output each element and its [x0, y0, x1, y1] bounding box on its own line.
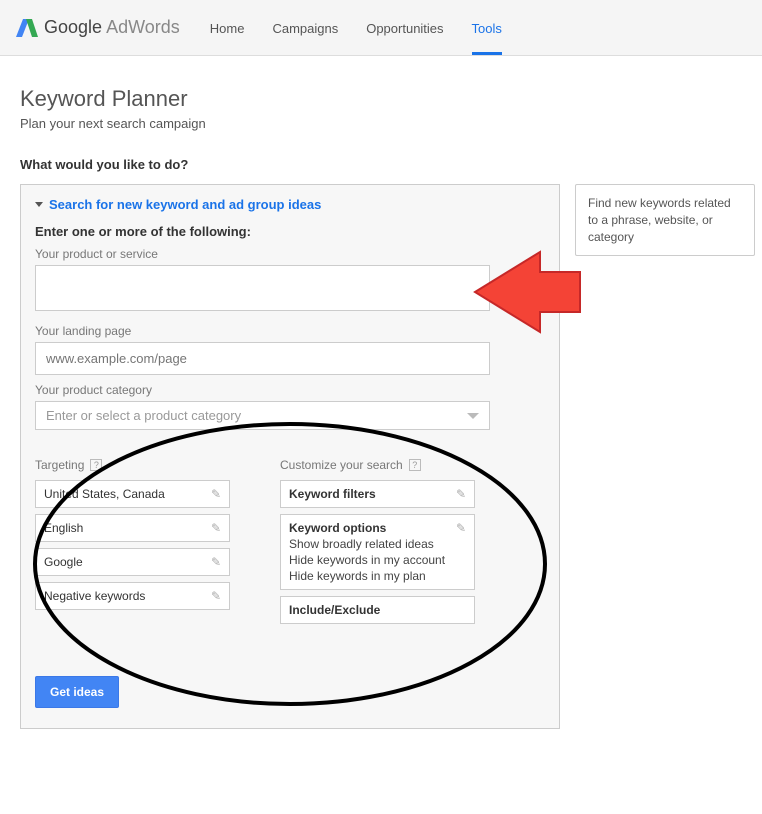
- targeting-negative-keywords[interactable]: Negative keywords ✎: [35, 582, 230, 610]
- nav-campaigns[interactable]: Campaigns: [272, 3, 338, 52]
- keyword-option-line: Hide keywords in my plan: [289, 569, 456, 583]
- targeting-network[interactable]: Google ✎: [35, 548, 230, 576]
- customize-column: Customize your search ? Keyword filters …: [280, 458, 475, 630]
- brand-main: Google: [44, 17, 102, 37]
- category-select[interactable]: Enter or select a product category: [35, 401, 490, 430]
- landing-label: Your landing page: [35, 324, 545, 338]
- targeting-locations-label: United States, Canada: [44, 487, 211, 501]
- adwords-logo-icon: [16, 17, 38, 39]
- targeting-title: Targeting: [35, 458, 84, 472]
- brand-text: Google AdWords: [44, 17, 180, 38]
- targeting-negative-label: Negative keywords: [44, 589, 211, 603]
- pencil-icon: ✎: [211, 589, 221, 603]
- targeting-locations[interactable]: United States, Canada ✎: [35, 480, 230, 508]
- customize-title: Customize your search: [280, 458, 403, 472]
- help-icon[interactable]: ?: [90, 459, 102, 471]
- product-input[interactable]: [35, 265, 490, 311]
- adwords-logo: Google AdWords: [16, 17, 180, 39]
- include-exclude-label: Include/Exclude: [289, 603, 466, 617]
- page-title: Keyword Planner: [20, 86, 742, 112]
- nav-home[interactable]: Home: [210, 3, 245, 52]
- pencil-icon: ✎: [456, 487, 466, 501]
- keyword-filters-label: Keyword filters: [289, 487, 456, 501]
- keyword-options-title: Keyword options: [289, 521, 456, 535]
- targeting-column: Targeting ? United States, Canada ✎ Engl…: [35, 458, 230, 630]
- nav-opportunities[interactable]: Opportunities: [366, 3, 443, 52]
- include-exclude[interactable]: Include/Exclude: [280, 596, 475, 624]
- prompt-label: What would you like to do?: [20, 157, 742, 172]
- nav-tools[interactable]: Tools: [472, 3, 502, 52]
- targeting-language-label: English: [44, 521, 211, 535]
- category-placeholder: Enter or select a product category: [46, 408, 241, 423]
- search-panel: Search for new keyword and ad group idea…: [20, 184, 560, 729]
- pencil-icon: ✎: [456, 521, 466, 535]
- caret-down-icon: [35, 202, 43, 207]
- page-subtitle: Plan your next search campaign: [20, 116, 742, 131]
- product-label: Your product or service: [35, 247, 545, 261]
- pencil-icon: ✎: [211, 521, 221, 535]
- pencil-icon: ✎: [211, 555, 221, 569]
- chevron-down-icon: [467, 413, 479, 419]
- category-label: Your product category: [35, 383, 545, 397]
- get-ideas-button[interactable]: Get ideas: [35, 676, 119, 708]
- help-icon[interactable]: ?: [409, 459, 421, 471]
- callout-tooltip: Find new keywords related to a phrase, w…: [575, 184, 755, 256]
- landing-input[interactable]: [35, 342, 490, 375]
- keyword-filters[interactable]: Keyword filters ✎: [280, 480, 475, 508]
- accordion-toggle[interactable]: Search for new keyword and ad group idea…: [35, 197, 545, 212]
- pencil-icon: ✎: [211, 487, 221, 501]
- top-navbar: Google AdWords Home Campaigns Opportunit…: [0, 0, 762, 56]
- keyword-option-line: Show broadly related ideas: [289, 537, 456, 551]
- targeting-language[interactable]: English ✎: [35, 514, 230, 542]
- keyword-option-line: Hide keywords in my account: [289, 553, 456, 567]
- brand-sub: AdWords: [106, 17, 180, 37]
- accordion-title: Search for new keyword and ad group idea…: [49, 197, 321, 212]
- enter-label: Enter one or more of the following:: [35, 224, 545, 239]
- targeting-network-label: Google: [44, 555, 211, 569]
- keyword-options[interactable]: Keyword options Show broadly related ide…: [280, 514, 475, 590]
- main-nav: Home Campaigns Opportunities Tools: [210, 3, 502, 52]
